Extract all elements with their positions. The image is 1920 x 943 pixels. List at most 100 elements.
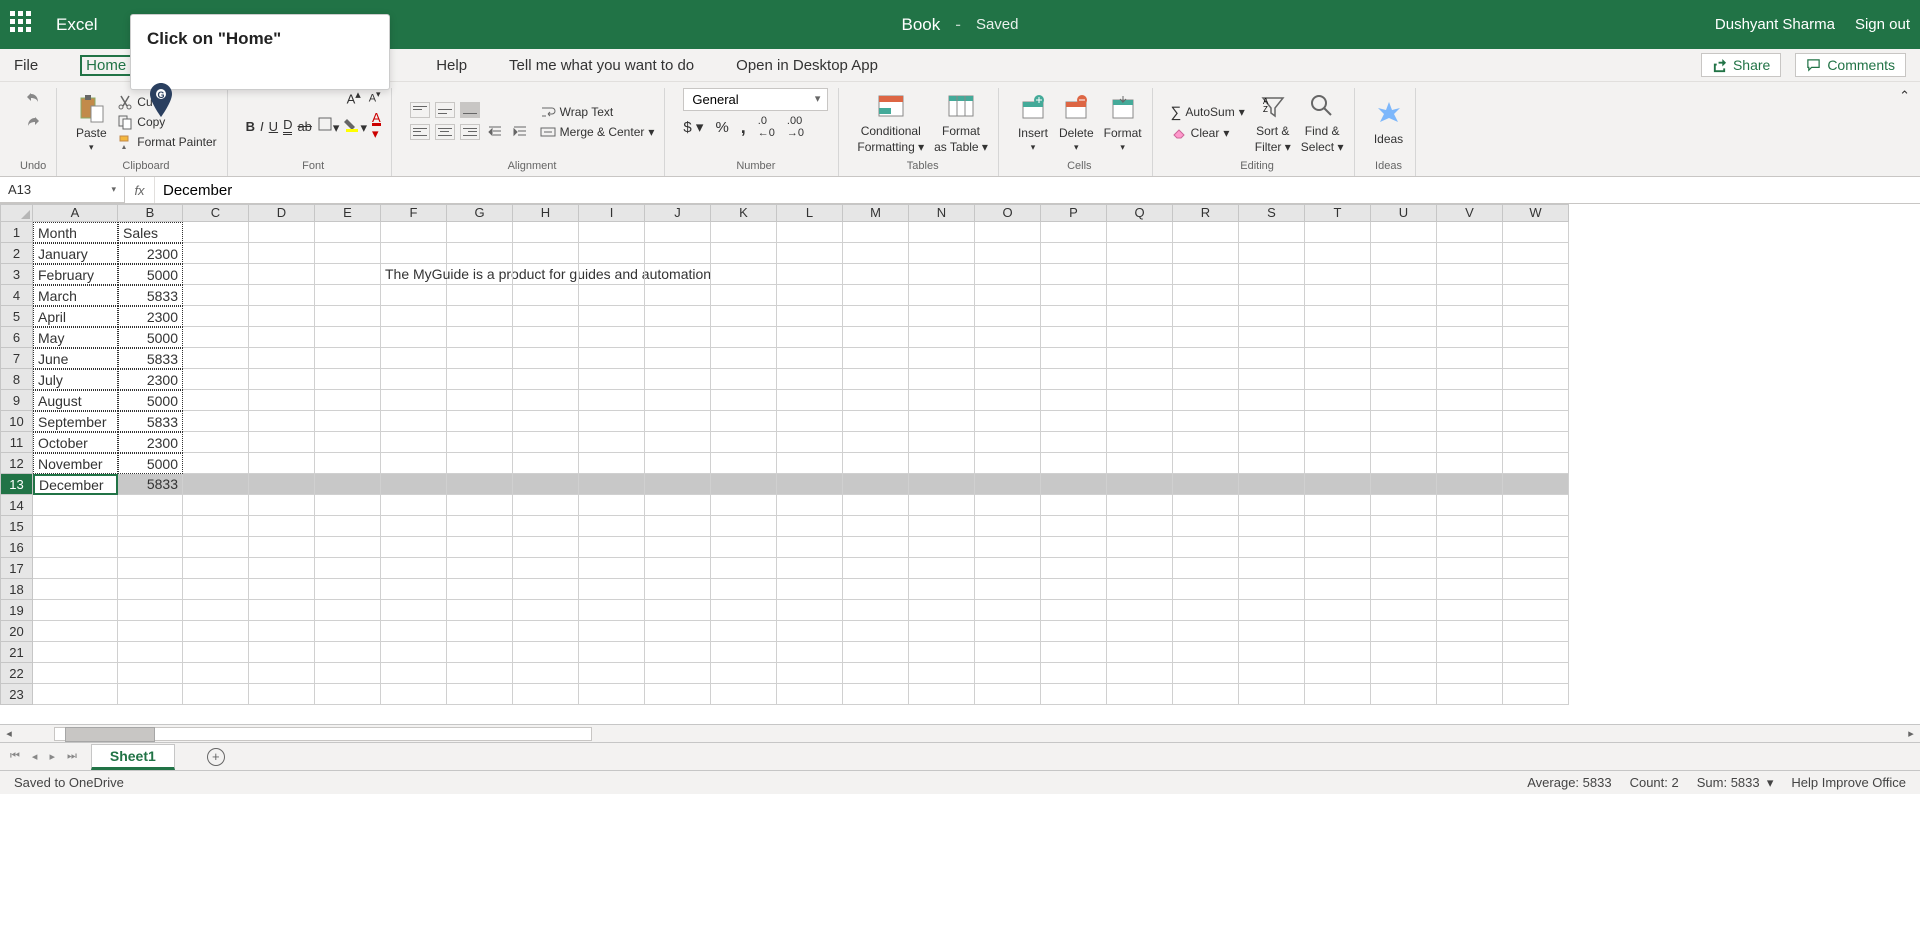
cell-O22[interactable] <box>975 663 1041 684</box>
cell-L8[interactable] <box>777 369 843 390</box>
cell-W12[interactable] <box>1503 453 1569 474</box>
cell-S23[interactable] <box>1239 684 1305 705</box>
align-bottom-button[interactable] <box>460 102 480 118</box>
cell-S3[interactable] <box>1239 264 1305 285</box>
cell-F19[interactable] <box>381 600 447 621</box>
cell-P18[interactable] <box>1041 579 1107 600</box>
cell-C11[interactable] <box>183 432 249 453</box>
cell-R5[interactable] <box>1173 306 1239 327</box>
cell-T10[interactable] <box>1305 411 1371 432</box>
sheet-nav-prev[interactable]: ◂ <box>32 750 38 763</box>
column-header-B[interactable]: B <box>118 204 183 222</box>
cell-C10[interactable] <box>183 411 249 432</box>
cell-T9[interactable] <box>1305 390 1371 411</box>
cell-W21[interactable] <box>1503 642 1569 663</box>
cell-Q16[interactable] <box>1107 537 1173 558</box>
cell-P9[interactable] <box>1041 390 1107 411</box>
cell-M12[interactable] <box>843 453 909 474</box>
cell-C5[interactable] <box>183 306 249 327</box>
cell-K13[interactable] <box>711 474 777 495</box>
cell-W13[interactable] <box>1503 474 1569 495</box>
cell-O14[interactable] <box>975 495 1041 516</box>
conditional-formatting-button[interactable]: Conditional Formatting ▾ <box>857 90 924 154</box>
align-right-button[interactable] <box>460 124 480 140</box>
cell-G5[interactable] <box>447 306 513 327</box>
cell-K2[interactable] <box>711 243 777 264</box>
cell-O15[interactable] <box>975 516 1041 537</box>
cell-C18[interactable] <box>183 579 249 600</box>
cell-H23[interactable] <box>513 684 579 705</box>
cell-Q15[interactable] <box>1107 516 1173 537</box>
cell-F21[interactable] <box>381 642 447 663</box>
cell-H11[interactable] <box>513 432 579 453</box>
cell-R6[interactable] <box>1173 327 1239 348</box>
cell-L1[interactable] <box>777 222 843 243</box>
row-header-1[interactable]: 1 <box>0 222 33 243</box>
cell-A17[interactable] <box>33 558 118 579</box>
cell-G9[interactable] <box>447 390 513 411</box>
cell-T2[interactable] <box>1305 243 1371 264</box>
cell-P11[interactable] <box>1041 432 1107 453</box>
cell-Q14[interactable] <box>1107 495 1173 516</box>
cell-K11[interactable] <box>711 432 777 453</box>
cell-E21[interactable] <box>315 642 381 663</box>
cell-J21[interactable] <box>645 642 711 663</box>
cell-U3[interactable] <box>1371 264 1437 285</box>
cell-L16[interactable] <box>777 537 843 558</box>
cell-P6[interactable] <box>1041 327 1107 348</box>
cell-F18[interactable] <box>381 579 447 600</box>
cell-I7[interactable] <box>579 348 645 369</box>
cell-N12[interactable] <box>909 453 975 474</box>
cell-U19[interactable] <box>1371 600 1437 621</box>
cell-L2[interactable] <box>777 243 843 264</box>
cell-C19[interactable] <box>183 600 249 621</box>
cell-G10[interactable] <box>447 411 513 432</box>
cell-E10[interactable] <box>315 411 381 432</box>
status-sum[interactable]: Sum: 5833 ▾ <box>1697 775 1774 791</box>
cell-D19[interactable] <box>249 600 315 621</box>
cell-D9[interactable] <box>249 390 315 411</box>
cell-E15[interactable] <box>315 516 381 537</box>
sheet-tab-sheet1[interactable]: Sheet1 <box>91 744 175 770</box>
double-underline-button[interactable]: D <box>283 117 292 135</box>
cell-G2[interactable] <box>447 243 513 264</box>
font-color-button[interactable]: A▾ <box>372 110 381 142</box>
cell-N11[interactable] <box>909 432 975 453</box>
cell-R11[interactable] <box>1173 432 1239 453</box>
cell-W19[interactable] <box>1503 600 1569 621</box>
cell-H5[interactable] <box>513 306 579 327</box>
comma-button[interactable]: , <box>741 117 746 138</box>
cell-K6[interactable] <box>711 327 777 348</box>
cell-J13[interactable] <box>645 474 711 495</box>
cell-I3[interactable] <box>579 264 645 285</box>
row-header-5[interactable]: 5 <box>0 306 33 327</box>
cell-Q22[interactable] <box>1107 663 1173 684</box>
cell-N1[interactable] <box>909 222 975 243</box>
cell-Q20[interactable] <box>1107 621 1173 642</box>
cell-O2[interactable] <box>975 243 1041 264</box>
cell-O19[interactable] <box>975 600 1041 621</box>
cell-D22[interactable] <box>249 663 315 684</box>
row-header-16[interactable]: 16 <box>0 537 33 558</box>
cell-W9[interactable] <box>1503 390 1569 411</box>
cell-W2[interactable] <box>1503 243 1569 264</box>
cell-J10[interactable] <box>645 411 711 432</box>
cell-W14[interactable] <box>1503 495 1569 516</box>
cell-V23[interactable] <box>1437 684 1503 705</box>
decrease-indent-button[interactable] <box>485 122 505 142</box>
cell-P23[interactable] <box>1041 684 1107 705</box>
cell-C8[interactable] <box>183 369 249 390</box>
cell-I12[interactable] <box>579 453 645 474</box>
cell-K1[interactable] <box>711 222 777 243</box>
cell-A20[interactable] <box>33 621 118 642</box>
cell-T13[interactable] <box>1305 474 1371 495</box>
cell-Q8[interactable] <box>1107 369 1173 390</box>
cell-N9[interactable] <box>909 390 975 411</box>
cell-J22[interactable] <box>645 663 711 684</box>
cell-W10[interactable] <box>1503 411 1569 432</box>
cell-C3[interactable] <box>183 264 249 285</box>
cell-G16[interactable] <box>447 537 513 558</box>
cell-M10[interactable] <box>843 411 909 432</box>
cell-U11[interactable] <box>1371 432 1437 453</box>
cell-G8[interactable] <box>447 369 513 390</box>
